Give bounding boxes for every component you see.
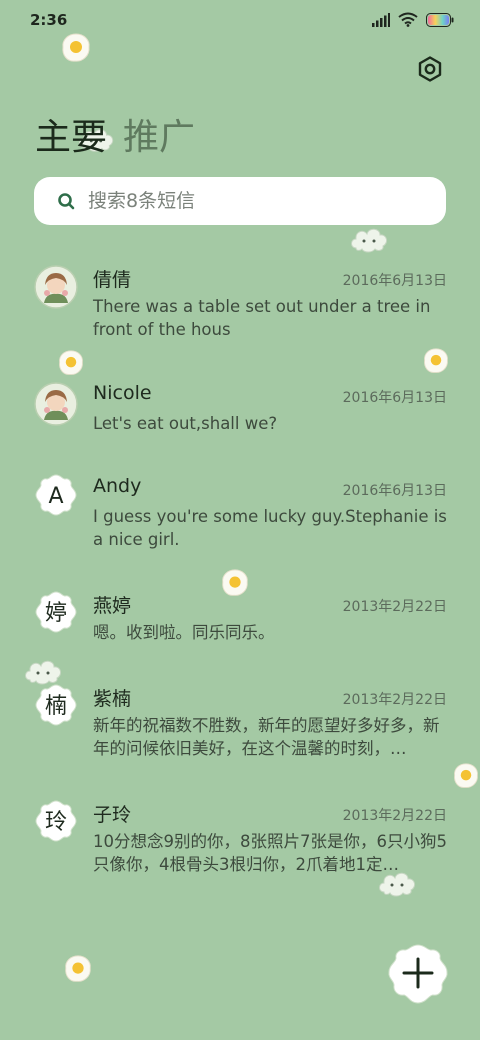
message-date: 2016年6月13日 xyxy=(342,273,447,289)
message-preview: There was a table set out under a tree i… xyxy=(93,297,431,339)
status-bar: 2:36 xyxy=(0,0,480,40)
contact-name: 子玲 xyxy=(93,804,132,826)
message-date: 2013年2月22日 xyxy=(342,599,447,615)
flower-badge-icon: 楠 xyxy=(35,684,77,726)
conversation-item[interactable]: 玲 子玲 2013年2月22日 10分想念9别的你，8张照片7张是你，6只小狗5… xyxy=(0,798,480,884)
tab-primary[interactable]: 主要 xyxy=(35,108,107,160)
message-preview: I guess you're some lucky guy.Stephanie … xyxy=(93,507,447,549)
avatar-letter: 玲 xyxy=(34,799,78,843)
avatar-initial: 楠 xyxy=(45,694,67,719)
message-date: 2016年6月13日 xyxy=(342,390,447,406)
search-icon xyxy=(58,193,75,210)
conversation-item[interactable]: Nicole 2016年6月13日 Let's eat out,shall we… xyxy=(0,379,480,449)
egg-decoration-icon xyxy=(59,350,83,375)
message-preview: 嗯。收到啦。同乐同乐。 xyxy=(93,623,275,642)
status-icons xyxy=(372,12,454,27)
cloud-decoration-icon xyxy=(351,228,388,253)
message-date: 2013年2月22日 xyxy=(342,692,447,708)
egg-decoration-icon xyxy=(65,955,91,982)
signal-icon xyxy=(372,12,390,27)
settings-gear-icon[interactable] xyxy=(416,55,444,83)
avatar-photo-icon xyxy=(34,382,78,426)
flower-badge-icon: 玲 xyxy=(35,800,77,842)
battery-icon xyxy=(426,12,454,27)
contact-name: 倩倩 xyxy=(93,269,132,291)
message-preview: 10分想念9别的你，8张照片7张是你，6只小狗5只像你，4根骨头3根归你，2爪着… xyxy=(93,832,447,874)
message-date: 2013年2月22日 xyxy=(342,808,447,824)
conversation-item[interactable]: 婷 燕婷 2013年2月22日 嗯。收到啦。同乐同乐。 xyxy=(0,589,480,659)
wifi-icon xyxy=(398,12,418,27)
avatar-letter: A xyxy=(34,473,78,517)
avatar-initial: 玲 xyxy=(45,810,67,835)
search-input[interactable] xyxy=(86,189,430,213)
message-preview: 新年的祝福数不胜数，新年的愿望好多好多，新年的问候依旧美好，在这个温馨的时刻，… xyxy=(93,716,440,758)
contact-name: 紫楠 xyxy=(93,688,132,710)
message-date: 2016年6月13日 xyxy=(342,483,447,499)
tab-bar: 主要 推广 xyxy=(35,108,195,160)
avatar-initial: A xyxy=(48,484,63,509)
contact-name: Andy xyxy=(93,475,142,497)
search-bar[interactable] xyxy=(34,177,446,225)
avatar-letter: 楠 xyxy=(34,683,78,727)
new-message-button[interactable] xyxy=(384,940,452,1008)
contact-name: 燕婷 xyxy=(93,595,132,617)
message-preview: Let's eat out,shall we? xyxy=(93,414,278,433)
egg-decoration-icon xyxy=(424,348,448,373)
conversation-item[interactable]: A Andy 2016年6月13日 I guess you're some lu… xyxy=(0,473,480,559)
tab-promotions[interactable]: 推广 xyxy=(123,108,195,160)
avatar-initial: 婷 xyxy=(45,601,67,626)
contact-name: Nicole xyxy=(93,382,152,404)
status-time: 2:36 xyxy=(30,11,68,29)
conversation-item[interactable]: 楠 紫楠 2013年2月22日 新年的祝福数不胜数，新年的愿望好多好多，新年的问… xyxy=(0,682,480,768)
avatar-photo-icon xyxy=(34,265,78,309)
conversation-item[interactable]: 倩倩 2016年6月13日 There was a table set out … xyxy=(0,262,480,348)
avatar-letter: 婷 xyxy=(34,590,78,634)
flower-badge-icon: 婷 xyxy=(35,591,77,633)
flower-badge-icon: A xyxy=(35,474,77,516)
